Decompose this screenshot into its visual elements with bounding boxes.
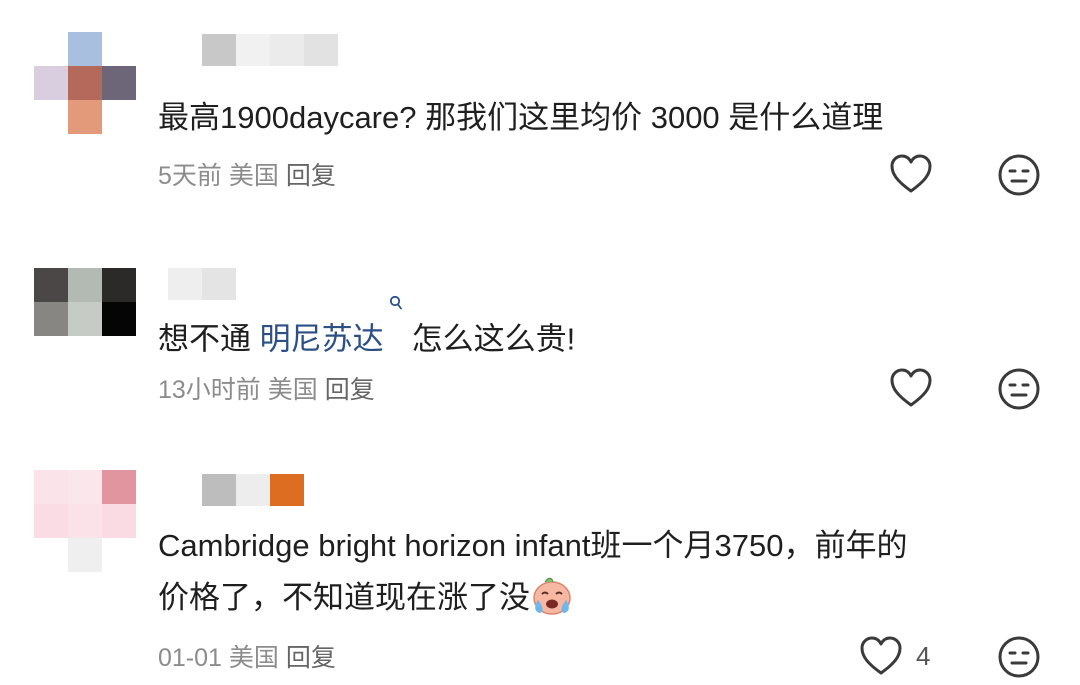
reply-button[interactable]: 回复 (286, 644, 336, 672)
comment-item: Cambridge bright horizon infant班一个月3750，… (0, 0, 1080, 681)
username-blurred[interactable] (202, 474, 304, 506)
like-count: 4 (916, 640, 931, 671)
comment-meta: 01-01 美国 回复 (158, 638, 336, 674)
reaction-button[interactable] (996, 634, 1042, 685)
comment-text: Cambridge bright horizon infant班一个月3750，… (158, 520, 1038, 624)
neutral-face-icon (998, 636, 1040, 678)
comment-text-line1: Cambridge bright horizon infant班一个月3750，… (158, 528, 908, 563)
comment-location: 美国 (228, 644, 279, 672)
comment-text-line2: 价格了，不知道现在涨了没 (158, 572, 1038, 624)
comment-time: 01-01 (158, 644, 222, 672)
crying-face-emoji (530, 576, 574, 616)
like-button[interactable]: 4 (858, 634, 930, 678)
heart-outline-icon (860, 636, 902, 675)
avatar[interactable] (34, 470, 136, 572)
